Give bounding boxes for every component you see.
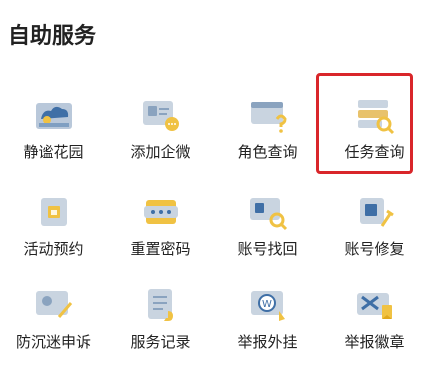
service-record-icon xyxy=(140,285,182,327)
service-item-event-reservation[interactable]: 活动预约 xyxy=(0,192,107,282)
service-item-label: 服务记录 xyxy=(130,333,191,351)
service-item-anti-addiction-appeal[interactable]: 防沉迷申诉 xyxy=(0,285,107,375)
add-wecom-icon xyxy=(140,95,182,137)
svg-text:W: W xyxy=(262,299,272,310)
report-badge-icon xyxy=(354,285,396,327)
service-item-label: 防沉迷申诉 xyxy=(15,333,91,351)
service-item-report-cheat[interactable]: W 举报外挂 xyxy=(214,285,321,375)
service-item-garden[interactable]: 静谧花园 xyxy=(0,95,107,185)
service-item-label: 重置密码 xyxy=(130,240,191,258)
event-reservation-icon xyxy=(33,192,75,234)
report-cheat-icon: W xyxy=(247,285,289,327)
service-grid: 静谧花园 添加企微 角色查询 任务查询 活动预约 重置密码 账号找回 账号修复 … xyxy=(0,0,429,351)
service-item-label: 静谧花园 xyxy=(23,143,84,161)
service-item-label: 举报徽章 xyxy=(344,333,405,351)
reset-password-icon xyxy=(140,192,182,234)
service-item-account-repair[interactable]: 账号修复 xyxy=(321,192,428,282)
service-item-label: 添加企微 xyxy=(130,143,191,161)
garden-cloud-icon xyxy=(33,95,75,137)
service-item-label: 举报外挂 xyxy=(237,333,298,351)
service-item-label: 角色查询 xyxy=(237,143,298,161)
account-repair-icon xyxy=(354,192,396,234)
task-query-icon xyxy=(354,95,396,137)
account-recovery-icon xyxy=(247,192,289,234)
service-item-label: 活动预约 xyxy=(23,240,84,258)
service-item-label: 账号找回 xyxy=(237,240,298,258)
service-item-report-badge[interactable]: 举报徽章 xyxy=(321,285,428,375)
anti-addiction-appeal-icon xyxy=(33,285,75,327)
service-item-role-query[interactable]: 角色查询 xyxy=(214,95,321,185)
service-item-service-record[interactable]: 服务记录 xyxy=(107,285,214,375)
service-item-task-query[interactable]: 任务查询 xyxy=(321,95,428,185)
role-query-icon xyxy=(247,95,289,137)
service-item-label: 账号修复 xyxy=(344,240,405,258)
service-item-label: 任务查询 xyxy=(344,143,405,161)
service-item-reset-password[interactable]: 重置密码 xyxy=(107,192,214,282)
service-item-add-wecom[interactable]: 添加企微 xyxy=(107,95,214,185)
service-item-account-recovery[interactable]: 账号找回 xyxy=(214,192,321,282)
